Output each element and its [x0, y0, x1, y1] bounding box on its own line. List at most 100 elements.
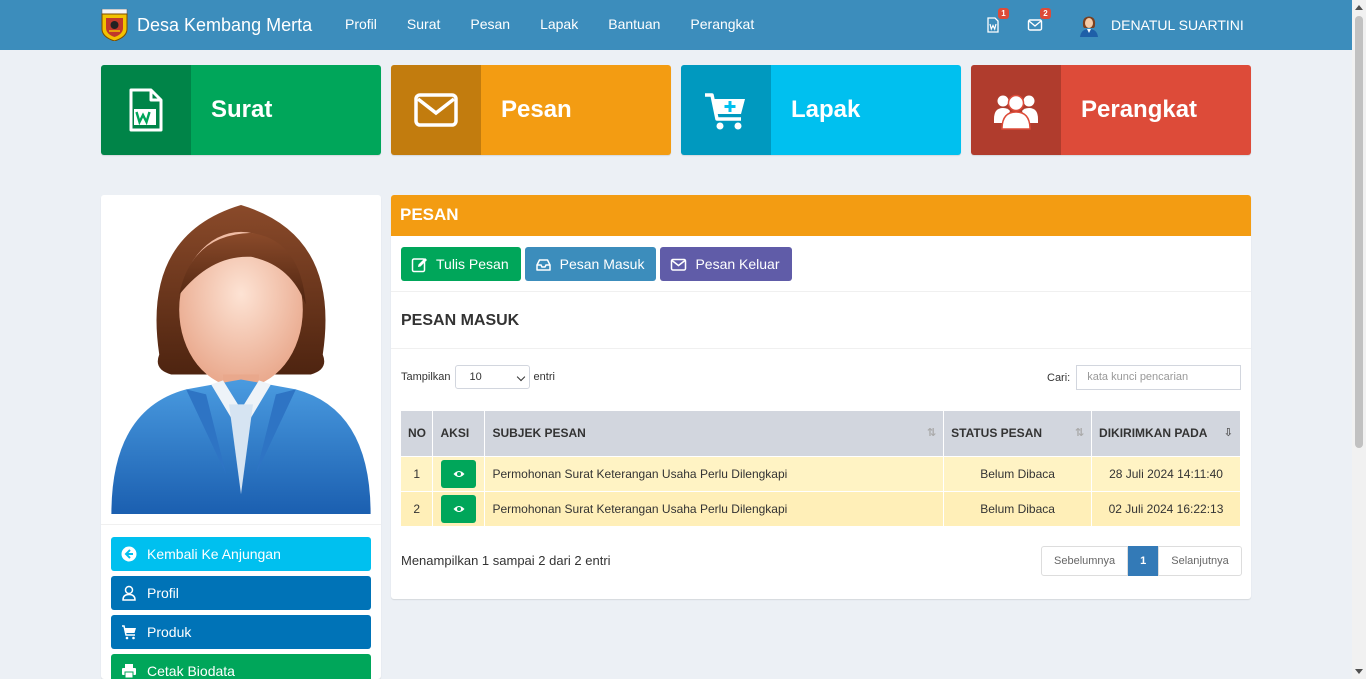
cell-aksi — [432, 455, 486, 491]
cell-no: 1 — [401, 455, 434, 491]
divider — [391, 291, 1251, 292]
pagination-page-1[interactable]: 1 — [1128, 546, 1159, 576]
cart-plus-icon — [705, 93, 745, 130]
table-row: 2 Permohonan Surat Keterangan Usaha Perl… — [401, 490, 1241, 526]
divider — [391, 348, 1251, 349]
view-message-button[interactable] — [441, 494, 477, 523]
pesan-notification[interactable]: 2 — [1027, 8, 1051, 35]
cell-aksi — [432, 490, 486, 526]
profile-card: Kembali Ke Anjungan Profil Produk Cetak … — [101, 195, 381, 679]
table-row: 1 Permohonan Surat Keterangan Usaha Perl… — [401, 455, 1241, 491]
user-name: DENATUL SUARTINI — [1111, 17, 1244, 33]
scroll-up-arrow-icon[interactable] — [1355, 5, 1363, 10]
tile-pesan-label: Pesan — [501, 96, 572, 123]
col-header-no[interactable]: NO — [401, 411, 434, 456]
nav-link-perangkat[interactable]: Perangkat — [675, 0, 769, 50]
eye-icon — [453, 470, 465, 477]
file-word-icon — [987, 17, 999, 33]
col-header-dikirimkan[interactable]: DIKIRIMKAN PADA ⇩ — [1091, 411, 1241, 456]
entries-length-select[interactable]: 10 — [454, 365, 530, 389]
pesan-masuk-label: Pesan Masuk — [559, 256, 645, 272]
tile-surat[interactable]: Surat — [101, 65, 381, 155]
pesan-badge: 2 — [1040, 8, 1051, 19]
brand[interactable]: Desa Kembang Merta — [100, 9, 312, 41]
pagination-next-button[interactable]: Selanjutnya — [1158, 546, 1242, 576]
cell-status: Belum Dibaca — [943, 455, 1093, 491]
search-control: Cari: kata kunci pencarian — [1047, 365, 1242, 390]
navbar-right: 1 2 DENATUL SUARTINI — [985, 0, 1244, 50]
pagination: Sebelumnya 1 Selanjutnya — [1041, 546, 1242, 576]
search-label: Cari: — [1047, 371, 1071, 384]
user-icon — [122, 585, 136, 601]
length-label-after: entri — [533, 371, 555, 383]
top-navbar: Desa Kembang Merta Profil Surat Pesan La… — [0, 0, 1352, 50]
tulis-pesan-button[interactable]: Tulis Pesan — [401, 247, 521, 281]
length-label-before: Tampilkan — [401, 371, 451, 383]
nav-link-pesan[interactable]: Pesan — [455, 0, 525, 50]
tile-perangkat[interactable]: Perangkat — [971, 65, 1251, 155]
profil-button[interactable]: Profil — [111, 576, 371, 610]
surat-notification[interactable]: 1 — [985, 8, 1009, 35]
pesan-panel: PESAN Tulis Pesan Pesan Masuk Pesan Kelu… — [391, 195, 1251, 599]
nav-link-lapak[interactable]: Lapak — [525, 0, 593, 50]
entries-length-control: Tampilkan 10 entri — [401, 365, 555, 389]
nav-link-bantuan[interactable]: Bantuan — [593, 0, 675, 50]
sort-desc-icon: ⇩ — [1223, 427, 1233, 439]
table-info: Menampilkan 1 sampai 2 dari 2 entri — [401, 553, 611, 568]
brand-title: Desa Kembang Merta — [137, 14, 313, 35]
profil-label: Profil — [147, 585, 179, 601]
search-input[interactable]: kata kunci pencarian — [1076, 365, 1242, 390]
tile-surat-label: Surat — [211, 96, 273, 123]
pesan-keluar-label: Pesan Keluar — [695, 256, 780, 272]
produk-button[interactable]: Produk — [111, 615, 371, 649]
sort-icon: ⇅ — [926, 427, 937, 439]
profile-photo — [101, 195, 381, 525]
pesan-masuk-table: NO AKSI SUBJEK PESAN ⇅ STATUS PESAN ⇅ DIKI… — [401, 411, 1241, 526]
view-message-button[interactable] — [441, 459, 477, 488]
envelope-icon — [671, 258, 687, 271]
users-icon — [994, 94, 1038, 130]
tile-lapak[interactable]: Lapak — [681, 65, 961, 155]
panel-title: PESAN — [391, 195, 1251, 236]
pesan-keluar-button[interactable]: Pesan Keluar — [660, 247, 792, 281]
edit-icon — [411, 257, 427, 272]
cell-subjek: Permohonan Surat Keterangan Usaha Perlu … — [484, 490, 945, 526]
scrollbar-thumb[interactable] — [1355, 16, 1363, 448]
envelope-icon — [414, 93, 458, 127]
tile-pesan[interactable]: Pesan — [391, 65, 671, 155]
print-icon — [122, 664, 136, 679]
col-header-status[interactable]: STATUS PESAN ⇅ — [943, 411, 1093, 456]
cell-dikirimkan: 28 Juli 2024 14:11:40 — [1091, 455, 1241, 491]
user-menu[interactable]: DENATUL SUARTINI — [1077, 13, 1244, 37]
village-logo-icon — [101, 9, 128, 41]
back-to-anjungan-button[interactable]: Kembali Ke Anjungan — [111, 537, 371, 571]
col-header-subjek[interactable]: SUBJEK PESAN ⇅ — [484, 411, 945, 456]
cell-dikirimkan: 02 Juli 2024 16:22:13 — [1091, 490, 1241, 526]
page-scrollbar[interactable] — [1352, 0, 1366, 679]
entries-length-value: 10 — [469, 371, 482, 383]
main-menu: Profil Surat Pesan Lapak Bantuan Perangk… — [330, 0, 769, 50]
tulis-pesan-label: Tulis Pesan — [436, 256, 509, 272]
cart-plus-icon — [122, 625, 136, 640]
eye-icon — [453, 505, 465, 512]
pagination-prev-button[interactable]: Sebelumnya — [1041, 546, 1129, 576]
cetak-biodata-label: Cetak Biodata — [147, 663, 235, 679]
pesan-masuk-button[interactable]: Pesan Masuk — [524, 247, 657, 281]
cell-no: 2 — [401, 490, 434, 526]
back-to-anjungan-label: Kembali Ke Anjungan — [147, 546, 281, 562]
arrow-circle-left-icon — [121, 546, 137, 562]
nav-link-surat[interactable]: Surat — [392, 0, 455, 50]
pesan-masuk-title: PESAN MASUK — [401, 312, 520, 329]
tile-perangkat-label: Perangkat — [1081, 96, 1198, 123]
pesan-button-group: Tulis Pesan Pesan Masuk Pesan Keluar — [401, 247, 796, 281]
cell-status: Belum Dibaca — [943, 490, 1093, 526]
nav-link-profil[interactable]: Profil — [330, 0, 392, 50]
file-word-icon — [129, 88, 163, 132]
tile-lapak-label: Lapak — [791, 96, 861, 123]
produk-label: Produk — [147, 624, 192, 640]
chevron-down-icon — [516, 372, 525, 382]
avatar — [1077, 13, 1101, 37]
cell-subjek: Permohonan Surat Keterangan Usaha Perlu … — [484, 455, 945, 491]
scroll-down-arrow-icon[interactable] — [1355, 669, 1363, 674]
cetak-biodata-button[interactable]: Cetak Biodata — [111, 654, 371, 679]
